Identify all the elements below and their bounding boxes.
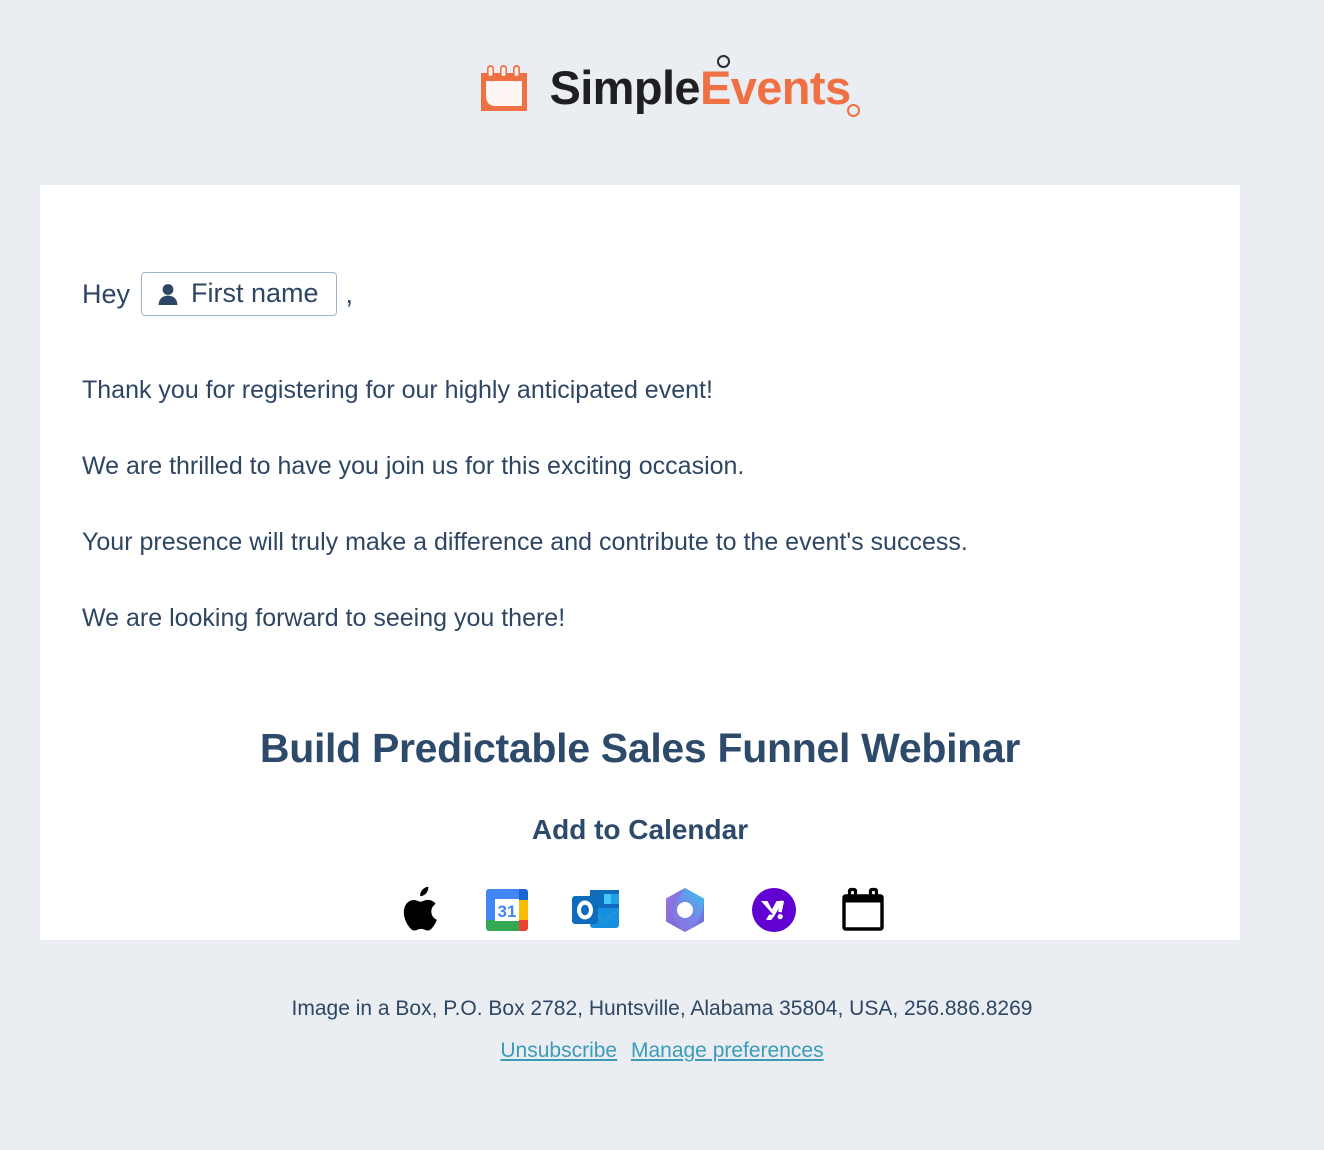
unsubscribe-link[interactable]: Unsubscribe <box>500 1039 617 1062</box>
greeting-suffix: , <box>345 278 354 309</box>
email-preview-page: SimpleEvents Hey First name , Thank you … <box>0 0 1324 1150</box>
brand-name-accent: Events <box>699 61 851 114</box>
logo-dot-bottom-icon <box>847 104 861 117</box>
generic-calendar-icon <box>841 887 885 933</box>
outlook-calendar-button[interactable] <box>571 885 621 935</box>
merge-tag-label: First name <box>191 278 319 308</box>
google-calendar-icon: 31 <box>484 887 530 933</box>
microsoft-365-icon <box>660 886 710 934</box>
add-to-calendar-heading: Add to Calendar <box>531 814 749 845</box>
apple-icon <box>395 885 441 935</box>
manage-preferences-link[interactable]: Manage preferences <box>631 1039 824 1062</box>
brand-name: SimpleEvents <box>549 55 861 117</box>
brand-header: SimpleEvents <box>0 0 1324 185</box>
brand-logo: SimpleEvents <box>473 55 861 119</box>
body-paragraph-2: We are thrilled to have you join us for … <box>82 452 745 480</box>
body-paragraph-3: Your presence will truly make a differen… <box>82 528 968 556</box>
email-footer: Image in a Box, P.O. Box 2782, Huntsvill… <box>0 995 1324 1063</box>
person-icon <box>157 282 179 306</box>
google-calendar-button[interactable]: 31 <box>482 885 532 935</box>
svg-text:31: 31 <box>497 902 516 921</box>
calendar-buttons-row: 31 <box>82 885 1198 935</box>
body-paragraph-1: Thank you for registering for our highly… <box>82 376 713 404</box>
other-calendar-button[interactable] <box>838 885 888 935</box>
first-name-merge-tag[interactable]: First name <box>141 272 337 316</box>
brand-name-primary: Simple <box>549 61 700 114</box>
yahoo-calendar-button[interactable] <box>749 885 799 935</box>
greeting-line: Hey First name , <box>82 267 1198 321</box>
outlook-icon <box>571 887 621 933</box>
event-title: Build Predictable Sales Funnel Webinar <box>259 725 1021 771</box>
calendar-icon <box>473 57 535 119</box>
microsoft365-calendar-button[interactable] <box>660 885 710 935</box>
body-paragraph-4: We are looking forward to seeing you the… <box>82 604 566 632</box>
email-body-card: Hey First name , Thank you for registeri… <box>40 185 1240 940</box>
yahoo-icon <box>751 887 797 933</box>
footer-address: Image in a Box, P.O. Box 2782, Huntsvill… <box>291 997 1033 1020</box>
greeting-prefix: Hey <box>82 278 131 309</box>
footer-links: Unsubscribe Manage preferences <box>0 1039 1324 1063</box>
apple-calendar-button[interactable] <box>393 885 443 935</box>
